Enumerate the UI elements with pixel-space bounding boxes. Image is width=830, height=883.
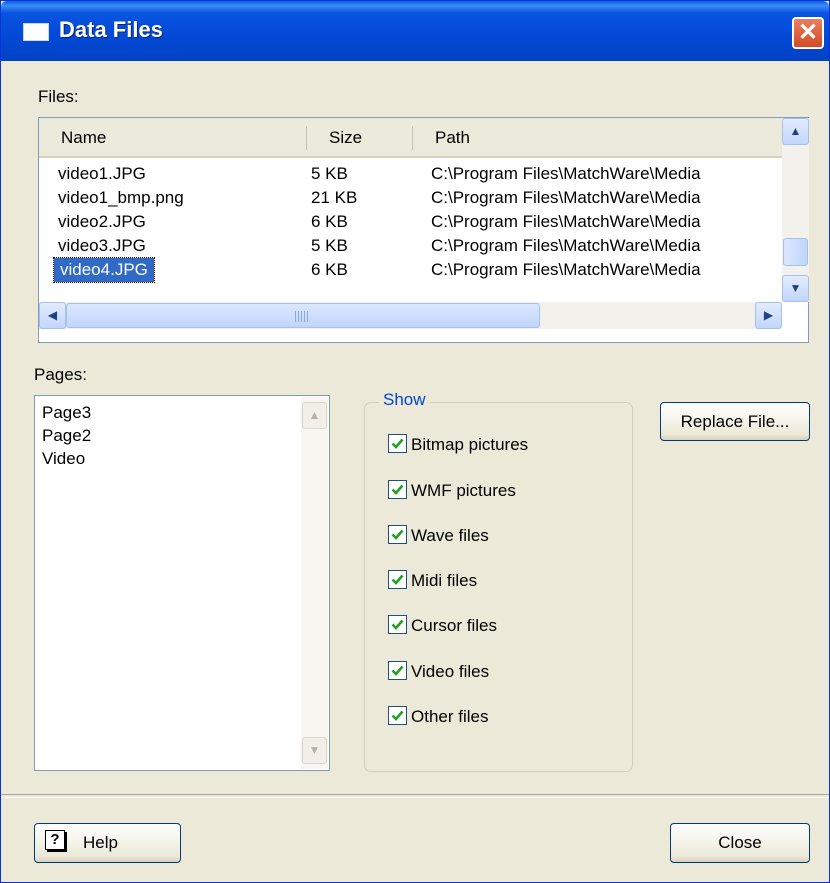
pages-scrollbar[interactable]: ▲ ▼ bbox=[301, 397, 328, 769]
page-item[interactable]: Video bbox=[42, 448, 85, 470]
window-title: Data Files bbox=[59, 17, 163, 42]
file-size: 5 KB bbox=[311, 164, 348, 183]
column-header-path[interactable]: Path bbox=[413, 118, 782, 158]
file-size: 6 KB bbox=[311, 212, 348, 231]
files-horizontal-scrollbar[interactable]: ◀ ▶ bbox=[39, 302, 782, 329]
window-icon bbox=[23, 23, 49, 41]
file-size: 6 KB bbox=[311, 260, 348, 279]
page-item[interactable]: Page2 bbox=[42, 425, 91, 447]
help-icon: ? bbox=[45, 830, 65, 850]
scroll-up-icon[interactable]: ▲ bbox=[782, 118, 809, 145]
page-item[interactable]: Page3 bbox=[42, 402, 91, 424]
check-icon[interactable] bbox=[388, 661, 407, 680]
replace-file-button[interactable]: Replace File... bbox=[660, 402, 810, 441]
file-path: C:\Program Files\MatchWare\Media bbox=[431, 260, 701, 279]
title-bar[interactable]: Data Files ✕ bbox=[1, 1, 829, 61]
file-row[interactable]: video1.JPG 5 KB C:\Program Files\MatchWa… bbox=[39, 162, 782, 186]
file-name: video2.JPG bbox=[58, 212, 146, 231]
close-button[interactable]: Close bbox=[670, 823, 810, 863]
file-name: video1_bmp.png bbox=[58, 188, 184, 207]
file-row[interactable]: video3.JPG 5 KB C:\Program Files\MatchWa… bbox=[39, 234, 782, 258]
file-row[interactable]: video1_bmp.png 21 KB C:\Program Files\Ma… bbox=[39, 186, 782, 210]
scroll-left-icon[interactable]: ◀ bbox=[39, 302, 66, 329]
column-header-size[interactable]: Size bbox=[307, 118, 413, 158]
file-row-selected[interactable]: video4.JPG 6 KB C:\Program Files\MatchWa… bbox=[39, 257, 782, 283]
file-name: video3.JPG bbox=[58, 236, 146, 255]
vertical-scroll-thumb[interactable] bbox=[783, 238, 808, 266]
check-icon[interactable] bbox=[388, 525, 407, 544]
file-path: C:\Program Files\MatchWare\Media bbox=[431, 164, 701, 183]
file-path: C:\Program Files\MatchWare\Media bbox=[431, 212, 701, 231]
check-icon[interactable] bbox=[388, 434, 407, 453]
files-label: Files: bbox=[38, 87, 79, 106]
files-list[interactable]: Name Size Path video1.JPG 5 KB C:\Progra… bbox=[38, 117, 809, 343]
check-icon[interactable] bbox=[388, 706, 407, 725]
scroll-up-icon[interactable]: ▲ bbox=[302, 402, 327, 429]
file-name: video4.JPG bbox=[53, 257, 155, 283]
file-size: 21 KB bbox=[311, 188, 358, 207]
check-icon[interactable] bbox=[388, 615, 407, 634]
close-window-button[interactable]: ✕ bbox=[792, 17, 824, 49]
help-button-label: Help bbox=[83, 833, 118, 852]
pages-list[interactable]: Page3 Page2 Video ▲ ▼ bbox=[34, 395, 330, 771]
check-icon[interactable] bbox=[388, 570, 407, 589]
show-group-legend: Show bbox=[379, 390, 430, 410]
bottom-divider bbox=[1, 794, 829, 798]
data-files-dialog: Data Files ✕ Files: Name Size Path video… bbox=[0, 0, 830, 883]
file-path: C:\Program Files\MatchWare\Media bbox=[431, 188, 701, 207]
pages-label: Pages: bbox=[34, 365, 87, 384]
scroll-right-icon[interactable]: ▶ bbox=[755, 302, 782, 329]
file-row[interactable]: video2.JPG 6 KB C:\Program Files\MatchWa… bbox=[39, 210, 782, 234]
scroll-down-icon[interactable]: ▼ bbox=[302, 737, 327, 764]
help-button[interactable]: ? Help bbox=[34, 823, 181, 863]
file-size: 5 KB bbox=[311, 236, 348, 255]
scroll-down-icon[interactable]: ▼ bbox=[782, 275, 809, 302]
file-path: C:\Program Files\MatchWare\Media bbox=[431, 236, 701, 255]
check-icon[interactable] bbox=[388, 480, 407, 499]
horizontal-scroll-thumb[interactable] bbox=[66, 303, 540, 328]
files-vertical-scrollbar[interactable]: ▲ ▼ bbox=[782, 118, 809, 302]
column-header-name[interactable]: Name bbox=[39, 118, 307, 158]
file-name: video1.JPG bbox=[58, 164, 146, 183]
